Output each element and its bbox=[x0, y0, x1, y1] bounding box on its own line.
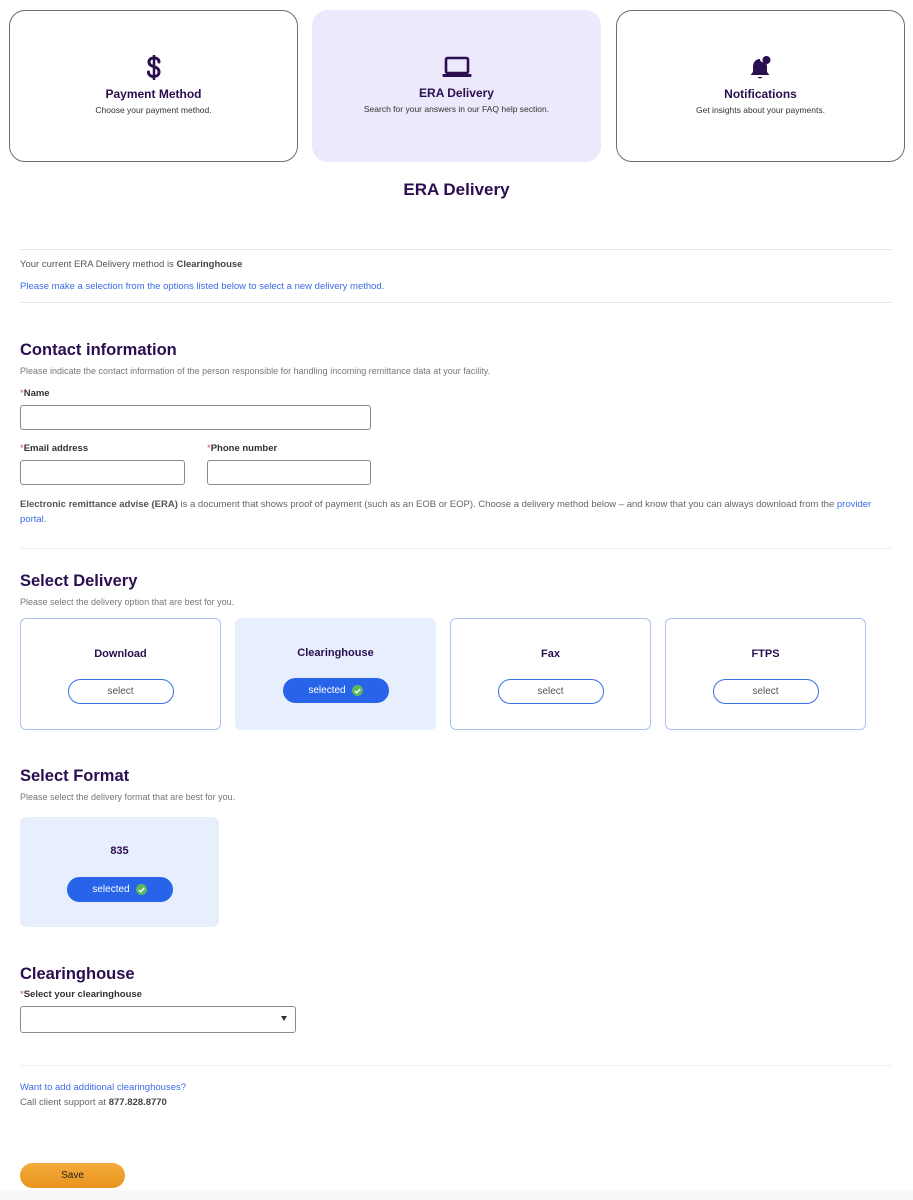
clearinghouse-section-title: Clearinghouse bbox=[20, 965, 135, 983]
format-section-title: Select Format bbox=[20, 767, 130, 785]
button-label: select bbox=[537, 686, 564, 697]
button-label: selected bbox=[92, 884, 130, 895]
format-option-835[interactable]: 835 selected bbox=[20, 817, 219, 927]
contact-section-subtitle: Please indicate the contact information … bbox=[20, 366, 491, 376]
delivery-option-fax[interactable]: Fax select bbox=[450, 618, 651, 730]
era-text: is a document that shows proof of paymen… bbox=[177, 499, 837, 510]
support-prefix: Call client support at bbox=[20, 1097, 109, 1108]
divider bbox=[20, 302, 892, 303]
save-button[interactable]: Save bbox=[20, 1163, 125, 1188]
clearinghouse-label-text: Select your clearinghouse bbox=[23, 989, 142, 1000]
nav-card-payment-method[interactable]: Payment Method Choose your payment metho… bbox=[9, 10, 298, 162]
delivery-section-subtitle: Please select the delivery option that a… bbox=[20, 597, 235, 607]
email-input[interactable] bbox=[20, 460, 185, 485]
selected-clearinghouse-button[interactable]: selected bbox=[282, 678, 389, 703]
support-phone: 877.828.8770 bbox=[108, 1097, 167, 1108]
add-clearinghouses-link[interactable]: Want to add additional clearinghouses? bbox=[20, 1082, 186, 1093]
nav-card-title: ERA Delivery bbox=[419, 86, 494, 100]
nav-card-notifications[interactable]: Notifications Get insights about your pa… bbox=[616, 10, 905, 162]
nav-card-description: Get insights about your payments. bbox=[696, 105, 825, 115]
laptop-icon bbox=[312, 52, 601, 82]
current-method-prefix: Your current ERA Delivery method is bbox=[20, 259, 177, 270]
bell-icon bbox=[617, 53, 904, 83]
option-title: Download bbox=[94, 648, 147, 660]
option-title: FTPS bbox=[751, 648, 780, 660]
page-title: ERA Delivery bbox=[403, 180, 510, 199]
format-section-subtitle: Please select the delivery format that a… bbox=[20, 792, 236, 802]
era-term: Electronic remittance advise (ERA) bbox=[20, 499, 178, 510]
phone-input[interactable] bbox=[207, 460, 371, 485]
nav-card-title: Payment Method bbox=[105, 87, 202, 101]
option-title: Clearinghouse bbox=[297, 647, 374, 659]
delivery-option-download[interactable]: Download select bbox=[20, 618, 221, 730]
nav-card-description: Choose your payment method. bbox=[95, 105, 212, 115]
option-title: 835 bbox=[110, 845, 129, 857]
button-label: select bbox=[752, 686, 779, 697]
delivery-section-title: Select Delivery bbox=[20, 572, 138, 590]
delivery-option-clearinghouse[interactable]: Clearinghouse selected bbox=[235, 618, 436, 730]
select-ftps-button[interactable]: select bbox=[712, 679, 819, 704]
nav-card-title: Notifications bbox=[724, 87, 797, 101]
support-text: Call client support at 877.828.8770 bbox=[20, 1097, 167, 1108]
name-label: *Name bbox=[20, 388, 50, 399]
current-method-text: Your current ERA Delivery method is Clea… bbox=[20, 259, 242, 270]
name-label-text: Name bbox=[23, 388, 50, 399]
dropdown-arrow-icon bbox=[281, 1016, 287, 1021]
check-circle-icon bbox=[135, 884, 147, 895]
check-circle-icon bbox=[351, 685, 363, 696]
select-download-button[interactable]: select bbox=[67, 679, 174, 704]
top-nav-cards: Payment Method Choose your payment metho… bbox=[9, 10, 905, 162]
footer-band bbox=[0, 1190, 913, 1200]
divider bbox=[20, 1065, 892, 1066]
phone-label: *Phone number bbox=[207, 443, 277, 454]
clearinghouse-select-label: *Select your clearinghouse bbox=[20, 989, 142, 1000]
name-input[interactable] bbox=[20, 405, 371, 430]
nav-card-description: Search for your answers in our FAQ help … bbox=[363, 104, 550, 114]
era-end: . bbox=[43, 514, 47, 525]
phone-label-text: Phone number bbox=[210, 443, 278, 454]
option-title: Fax bbox=[541, 648, 560, 660]
clearinghouse-select[interactable] bbox=[20, 1006, 296, 1033]
button-label: selected bbox=[308, 685, 346, 696]
contact-section-title: Contact information bbox=[20, 341, 177, 359]
email-label: *Email address bbox=[20, 443, 88, 454]
selection-prompt: Please make a selection from the options… bbox=[20, 281, 385, 292]
select-fax-button[interactable]: select bbox=[497, 679, 604, 704]
divider bbox=[20, 548, 892, 549]
current-method-value: Clearinghouse bbox=[176, 259, 243, 270]
dollar-icon bbox=[10, 53, 297, 83]
email-label-text: Email address bbox=[23, 443, 89, 454]
nav-card-era-delivery[interactable]: ERA Delivery Search for your answers in … bbox=[312, 10, 601, 162]
delivery-option-ftps[interactable]: FTPS select bbox=[665, 618, 866, 730]
divider bbox=[20, 249, 892, 250]
era-description: Electronic remittance advise (ERA) is a … bbox=[20, 497, 890, 527]
selected-835-button[interactable]: selected bbox=[66, 877, 173, 902]
button-label: select bbox=[107, 686, 134, 697]
